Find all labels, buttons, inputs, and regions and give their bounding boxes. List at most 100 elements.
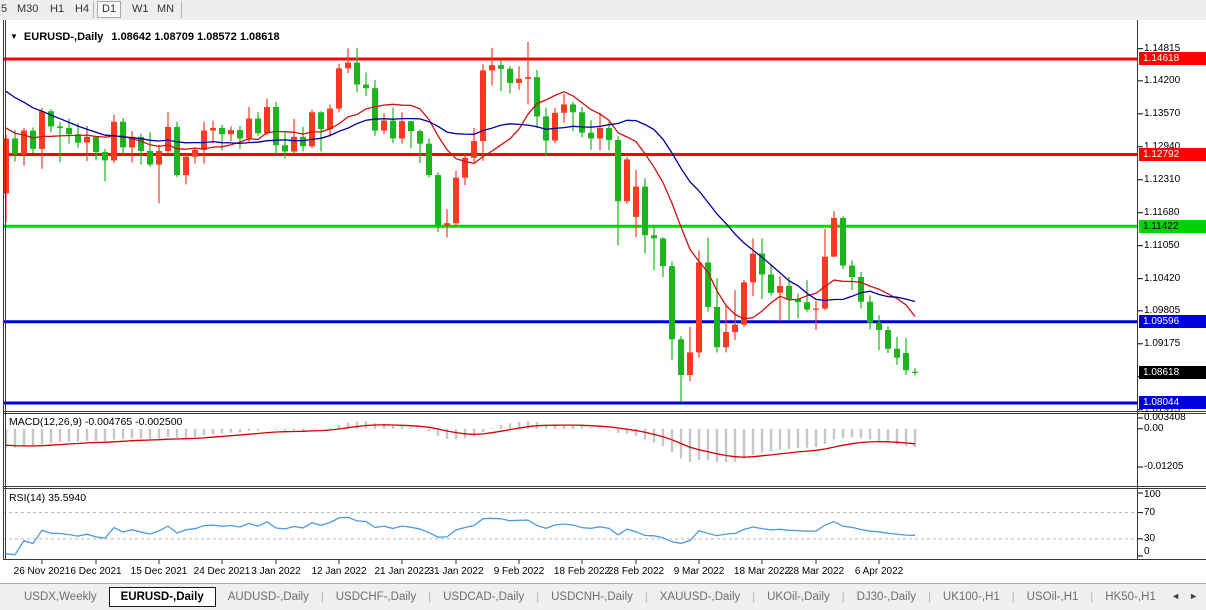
candle-body [858,277,864,302]
tabs-scroll-right-icon[interactable]: ► [1189,591,1198,601]
macd-name: MACD(12,26,9) [9,416,82,428]
timeframe-toolbar: 5M30 H1H4 D1 W1MN [0,0,1206,21]
candle-body [57,126,63,128]
price-badge[interactable]: 1.11422 [1139,220,1206,233]
candle-body [444,223,450,225]
chart-window: ▼ EURUSD-,Daily 1.08642 1.08709 1.08572 1.… [0,20,1206,583]
candle-body [804,302,810,309]
candle-body [435,175,441,225]
date-label: 3 Jan 2022 [251,566,301,577]
chart-ohlc-values: 1.08642 1.08709 1.08572 1.08618 [111,31,279,43]
macd-signal-value: -0.002500 [135,416,182,428]
date-label: 18 Feb 2022 [554,566,610,577]
tab-usdcnh-daily[interactable]: USDCNH-,Daily [539,587,645,607]
price-tick-label: 1.11050 [1144,240,1179,252]
price-tick-label: 1.12310 [1144,174,1180,186]
candle-body [264,107,270,133]
tabs-scroll-left-icon[interactable]: ◄ [1171,591,1180,601]
rsi-name: RSI(14) [9,492,45,504]
tab-usdcad-daily[interactable]: USDCAD-,Daily [431,587,536,607]
candle-body [840,218,846,266]
timeframe-button-5[interactable]: 5 [0,2,11,17]
candle-body [912,372,918,373]
price-badge[interactable]: 1.08618 [1139,366,1206,379]
candle-body [210,128,216,131]
candle-body [120,122,126,148]
candle-body [201,131,207,150]
date-label: 9 Feb 2022 [494,566,545,577]
candle-body [174,127,180,175]
price-tick-label: 1.13570 [1144,108,1180,120]
tab-dj30-daily[interactable]: DJ30-,Daily [845,587,928,607]
timeframe-button-mn[interactable]: MN [153,2,178,17]
tab-eurusd-daily[interactable]: EURUSD-,Daily [109,587,216,607]
timeframe-button-w1[interactable]: W1 [128,2,153,17]
tab-uk100-h1[interactable]: UK100-,H1 [931,587,1012,607]
candle-body [696,262,702,352]
candle-body [426,144,432,175]
price-badge[interactable]: 1.08044 [1139,396,1206,409]
candle-body [723,332,729,347]
candle-body [408,121,414,131]
candle-body [588,133,594,139]
chart-symbol-label: EURUSD-,Daily [24,31,103,43]
trading-terminal: 5M30 H1H4 D1 W1MN ▼ EURUSD-,Daily 1.08642 1.0… [0,0,1206,610]
candle-body [750,254,756,283]
rsi-tick-label: 70 [1144,507,1155,519]
tab-ukoil-daily[interactable]: UKOil-,Daily [755,587,842,607]
price-tick-label: 1.09175 [1144,338,1180,350]
timeframe-button-m30[interactable]: M30 [13,2,42,17]
candles-layer[interactable] [3,42,1137,403]
candle-body [156,151,162,165]
macd-signal-line [6,425,915,457]
candle-body [876,323,882,330]
candle-body [255,119,261,134]
candle-body [372,88,378,130]
tab-audusd-daily[interactable]: AUDUSD-,Daily [216,587,321,607]
date-label: 12 Jan 2022 [311,566,366,577]
date-label: 18 Mar 2022 [734,566,790,577]
candle-body [30,131,36,149]
candle-body [498,65,504,69]
candle-body [471,141,477,158]
collapse-triangle-icon[interactable]: ▼ [10,32,18,41]
candle-body [228,130,234,134]
tab-hk50-h1[interactable]: HK50-,H1 [1093,587,1168,607]
candle-body [813,308,819,309]
price-badge[interactable]: 1.12792 [1139,148,1206,161]
price-tick-label: 1.11680 [1144,207,1179,219]
candle-body [111,122,117,161]
tab-usoil-h1[interactable]: USOil-,H1 [1015,587,1091,607]
rsi-tick-label: 0 [1144,546,1150,558]
macd-main-value: -0.004765 [85,416,132,428]
tab-xauusd-daily[interactable]: XAUUSD-,Daily [648,587,753,607]
candle-body [237,130,243,138]
tab-usdx-weekly[interactable]: USDX,Weekly [12,587,109,607]
date-label: 21 Jan 2022 [374,566,429,577]
candle-body [507,69,513,83]
candle-body [183,157,189,175]
timeframe-button-h1[interactable]: H1 [46,2,68,17]
price-badge[interactable]: 1.09596 [1139,315,1206,328]
date-label: 28 Feb 2022 [608,566,664,577]
candle-body [345,63,351,69]
candle-body [651,235,657,238]
candle-body [246,119,252,139]
candle-body [363,85,369,89]
timeframe-button-d1[interactable]: D1 [97,1,121,18]
timeframe-button-h4[interactable]: H4 [71,2,93,17]
rsi-line [6,517,915,554]
price-badge[interactable]: 1.14618 [1139,52,1206,65]
candle-body [489,65,495,70]
candle-body [534,77,540,116]
tab-usdchf-daily[interactable]: USDCHF-,Daily [324,587,429,607]
candle-body [867,302,873,323]
price-chart-canvas[interactable] [0,20,1206,583]
date-label: 28 Mar 2022 [788,566,844,577]
candle-body [660,238,666,266]
symbol-tab-bar: USDX,WeeklyEURUSD-,DailyAUDUSD-,Daily|US… [0,583,1206,610]
macd-tick-label: -0.01205 [1144,461,1183,473]
candle-body [84,137,90,143]
rsi-tick-label: 30 [1144,533,1155,545]
candle-body [669,266,675,339]
